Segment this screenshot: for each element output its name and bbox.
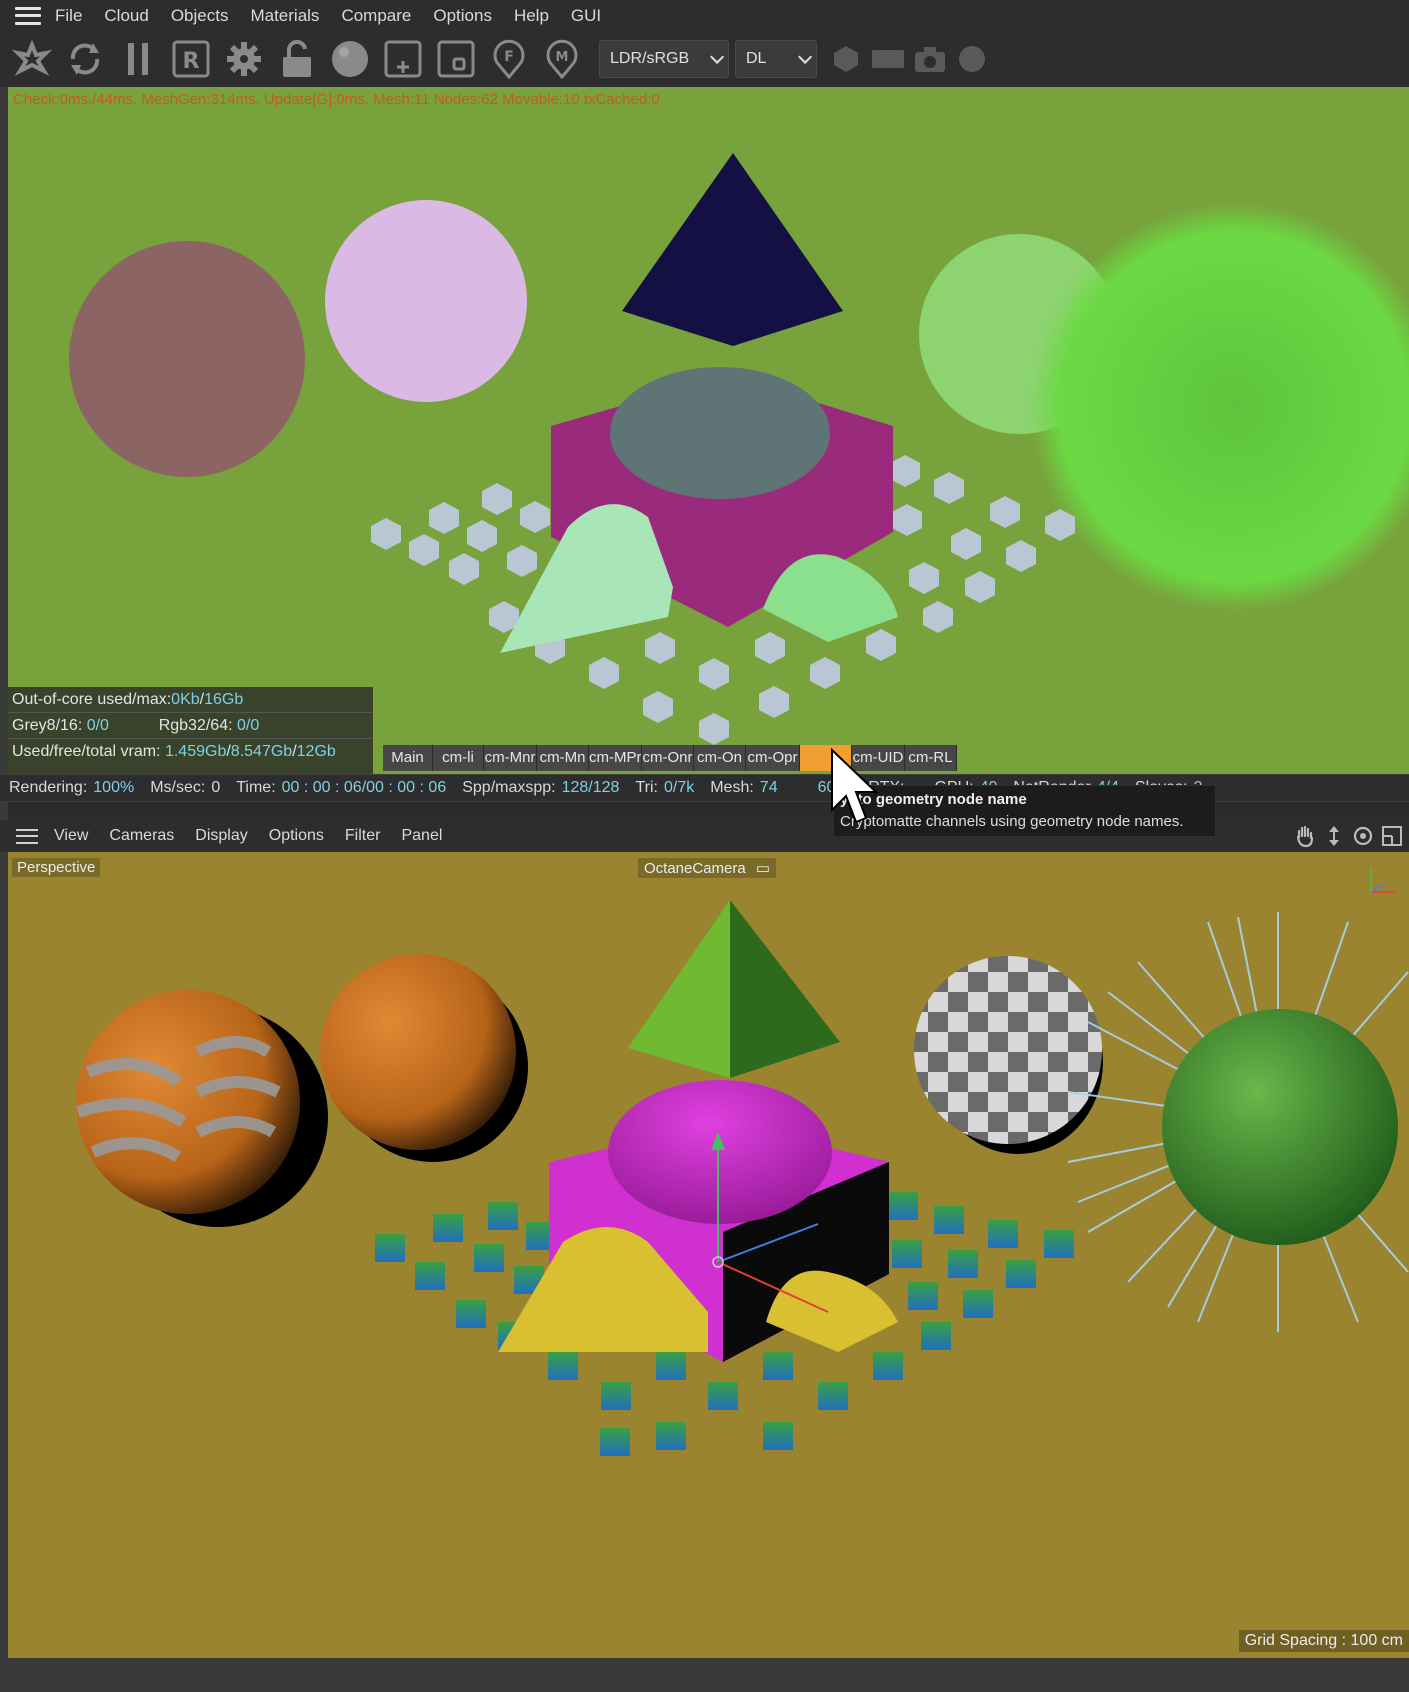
pass-tab-cm-mpr[interactable]: cm-MPr — [589, 745, 642, 771]
camera-icon[interactable] — [913, 42, 947, 76]
axis-indicator — [1361, 862, 1401, 902]
out-of-core-max: 16Gb — [204, 691, 244, 708]
bottom-panel-strip — [0, 1658, 1409, 1692]
out-of-core-row: Out-of-core used/max:0Kb/16Gb — [8, 687, 373, 713]
menu-gui[interactable]: GUI — [571, 6, 601, 26]
viewport-nav-icons — [1293, 824, 1409, 848]
vram-row: Used/free/total vram: 1.459Gb/8.547Gb/12… — [12, 743, 336, 760]
menu-file[interactable]: File — [55, 6, 82, 26]
memory-info-panel: Out-of-core used/max:0Kb/16Gb Grey8/16: … — [8, 687, 373, 774]
editor-3d-viewport[interactable]: Perspective OctaneCamera ▭ Grid Spacing … — [8, 852, 1409, 1658]
menu-compare[interactable]: Compare — [341, 6, 411, 26]
restart-render-icon[interactable] — [65, 38, 105, 80]
camera-name: OctaneCamera — [644, 860, 746, 877]
color-mode-value: LDR/sRGB — [610, 50, 690, 67]
tooltip-body: Cryptomatte channels using geometry node… — [840, 813, 1184, 830]
color-mode-select[interactable]: LDR/sRGB — [599, 40, 729, 78]
pass-tab-cm-opr[interactable]: cm-Opr — [746, 745, 800, 771]
kernel-select[interactable]: DL — [735, 40, 817, 78]
pass-tab-cm-li[interactable]: cm-li — [433, 745, 484, 771]
rectangle-icon[interactable] — [871, 42, 905, 76]
chevron-down-icon — [798, 49, 813, 64]
chevron-down-icon — [710, 49, 725, 64]
kernel-value: DL — [746, 50, 767, 67]
menu-help[interactable]: Help — [514, 6, 549, 26]
pass-tab-cm-rl[interactable]: cm-RL — [905, 745, 957, 771]
pass-tab-cm-mn[interactable]: cm-Mn — [537, 745, 589, 771]
time-value: 00 : 00 : 06/00 : 00 : 06 — [281, 779, 447, 796]
tri-value: 0/7k — [663, 779, 695, 796]
grey-value: 0/0 — [86, 717, 109, 734]
editor-hamburger-icon[interactable] — [16, 828, 38, 844]
viewport-scene — [76, 900, 1409, 1456]
pass-tab-cm-on[interactable]: cm-On — [694, 745, 746, 771]
vram-used: 1.459Gb — [164, 743, 227, 760]
sphere-icon[interactable] — [955, 42, 989, 76]
pass-tab-cm-onr[interactable]: cm-Onr — [642, 745, 694, 771]
mssec-value: 0 — [211, 779, 221, 796]
pause-icon[interactable] — [118, 38, 158, 80]
render-stats-line: Check:0ms./44ms. MeshGen:314ms. Update[G… — [13, 91, 660, 108]
menu-cloud[interactable]: Cloud — [104, 6, 148, 26]
pan-hand-icon[interactable] — [1293, 824, 1317, 848]
focus-picker-icon[interactable]: F — [489, 38, 529, 80]
time-label: Time: — [236, 779, 276, 796]
tri-label: Tri: — [635, 779, 658, 796]
active-camera-label[interactable]: OctaneCamera ▭ — [638, 858, 777, 878]
pass-tab-main[interactable]: Main — [383, 745, 433, 771]
editor-menu-cameras[interactable]: Cameras — [109, 827, 174, 845]
mesh-label: Mesh: — [710, 779, 754, 796]
editor-menu-display[interactable]: Display — [195, 827, 247, 845]
grey-label: Grey8/16: — [12, 717, 87, 734]
render-image — [69, 153, 1409, 745]
menu-objects[interactable]: Objects — [171, 6, 229, 26]
svg-text:F: F — [504, 49, 514, 65]
mesh-value: 74 — [759, 779, 778, 796]
menu-options[interactable]: Options — [433, 6, 492, 26]
film-region-icon[interactable] — [436, 38, 476, 80]
hamburger-menu-icon[interactable] — [15, 6, 41, 25]
material-ball-icon[interactable] — [330, 38, 370, 80]
editor-menu-view[interactable]: View — [54, 827, 88, 845]
menu-materials[interactable]: Materials — [250, 6, 319, 26]
hexagon-icon[interactable] — [829, 42, 863, 76]
out-of-core-label: Out-of-core used/max: — [12, 691, 172, 708]
pass-tab-cm-mnr[interactable]: cm-Mnr — [484, 745, 537, 771]
region-render-icon[interactable]: R — [171, 38, 211, 80]
spp-value: 128/128 — [561, 779, 620, 796]
mouse-cursor-icon — [831, 748, 879, 824]
vram-total: 12Gb — [296, 743, 336, 760]
pass-tooltip: ypto geometry node name Cryptomatte chan… — [833, 785, 1216, 837]
svg-text:M: M — [556, 50, 569, 65]
mssec-label: Ms/sec: — [150, 779, 206, 796]
editor-menu-options[interactable]: Options — [269, 827, 324, 845]
vram-free: 8.547Gb — [230, 743, 293, 760]
editor-menu-filter[interactable]: Filter — [345, 827, 381, 845]
maximize-view-icon[interactable] — [1380, 824, 1404, 848]
spp-label: Spp/maxspp: — [462, 779, 556, 796]
tooltip-title: ypto geometry node name — [840, 791, 1027, 808]
rgb-label: Rgb32/64: — [158, 717, 237, 734]
editor-menu-panel[interactable]: Panel — [401, 827, 442, 845]
view-perspective-label[interactable]: Perspective — [12, 858, 101, 877]
rgb-value: 0/0 — [236, 717, 260, 734]
camera-icon: ▭ — [755, 860, 771, 877]
move-arrows-icon[interactable] — [1322, 824, 1346, 848]
orbit-icon[interactable] — [1351, 824, 1375, 848]
svg-text:R: R — [183, 49, 200, 74]
settings-gear-icon[interactable] — [224, 38, 264, 80]
out-of-core-used: 0Kb — [171, 691, 200, 708]
rendering-value: 100% — [93, 779, 135, 796]
rendering-label: Rendering: — [9, 779, 88, 796]
octane-logo-icon[interactable] — [12, 38, 52, 80]
material-picker-icon[interactable]: M — [542, 38, 582, 80]
grid-spacing-label: Grid Spacing : 100 cm — [1238, 1630, 1409, 1652]
vram-label: Used/free/total vram: — [12, 743, 165, 760]
texture-usage-row: Grey8/16: 0/0 Rgb32/64: 0/0 — [8, 713, 373, 739]
main-menu-bar: File Cloud Objects Materials Compare Opt… — [0, 0, 1409, 31]
render-viewport[interactable]: Check:0ms./44ms. MeshGen:314ms. Update[G… — [8, 87, 1409, 774]
render-toolbar: R F M LDR/sRGB DL — [0, 31, 1409, 87]
add-region-icon[interactable] — [383, 38, 423, 80]
lock-icon[interactable] — [277, 38, 317, 80]
